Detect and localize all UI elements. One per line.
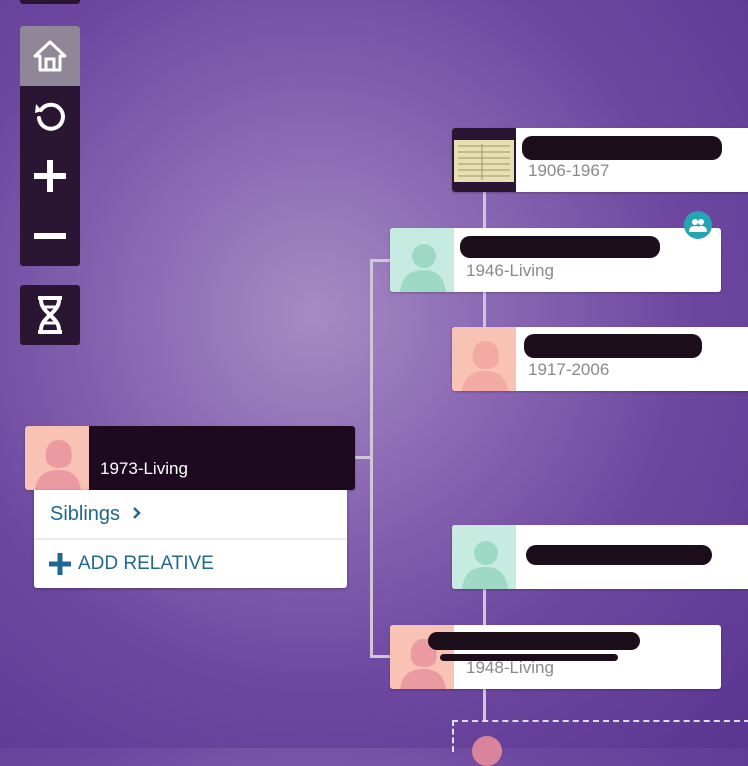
portrait-female: [25, 426, 89, 490]
person-card-self[interactable]: 1973-Living: [25, 426, 355, 490]
portrait-female-partial: [472, 736, 502, 766]
siblings-label: Siblings: [50, 503, 121, 525]
chevron-right-icon: [132, 507, 141, 519]
connector-parents-vertical: [370, 259, 373, 658]
tree-toolbar: [20, 26, 80, 266]
portrait-male: [390, 228, 454, 292]
toolbar-top-edge: [20, 0, 80, 4]
minus-icon: [34, 233, 66, 239]
person-dates: 1917-2006: [528, 360, 610, 379]
document-thumbnail: [452, 128, 516, 192]
female-silhouette-icon: [35, 440, 81, 490]
redaction-mark: [460, 236, 660, 258]
connector-maternal-grandparents: [483, 589, 486, 625]
plus-icon: [34, 160, 66, 192]
redaction-mark: [524, 334, 702, 358]
zoom-in-button[interactable]: [20, 146, 80, 206]
connector-father: [370, 259, 390, 262]
person-dates: 1948-Living: [466, 658, 554, 677]
person-dates: 1973-Living: [100, 459, 188, 478]
add-relative-label: ADD RELATIVE: [78, 553, 214, 574]
redaction-mark: [428, 632, 640, 650]
portrait-male: [452, 525, 516, 589]
siblings-link[interactable]: Siblings: [50, 503, 142, 526]
refresh-button[interactable]: [20, 86, 80, 146]
female-silhouette-icon: [462, 341, 508, 391]
refresh-icon: [35, 102, 65, 131]
dna-icon: [38, 296, 62, 334]
redaction-mark: [440, 654, 618, 661]
plus-icon: [49, 553, 71, 575]
male-silhouette-icon: [400, 244, 446, 292]
add-relative-button[interactable]: ADD RELATIVE: [48, 552, 214, 576]
male-silhouette-icon: [462, 541, 508, 589]
record-image-icon: [454, 140, 514, 182]
menu-divider: [34, 538, 347, 540]
home-icon: [33, 40, 67, 72]
connector-mother: [370, 655, 390, 658]
redaction-mark: [522, 136, 722, 160]
hint-badge[interactable]: [684, 211, 712, 239]
redaction-mark: [526, 545, 712, 565]
person-actions-menu: Siblings ADD RELATIVE: [34, 490, 347, 588]
people-icon: [689, 219, 707, 232]
zoom-out-button[interactable]: [20, 206, 80, 266]
person-dates: 1906-1967: [528, 161, 610, 180]
portrait-female: [452, 327, 516, 391]
home-button[interactable]: [20, 26, 80, 86]
connector-mother-down: [483, 688, 486, 722]
person-dates: 1946-Living: [466, 261, 554, 280]
dna-button[interactable]: [20, 285, 80, 345]
